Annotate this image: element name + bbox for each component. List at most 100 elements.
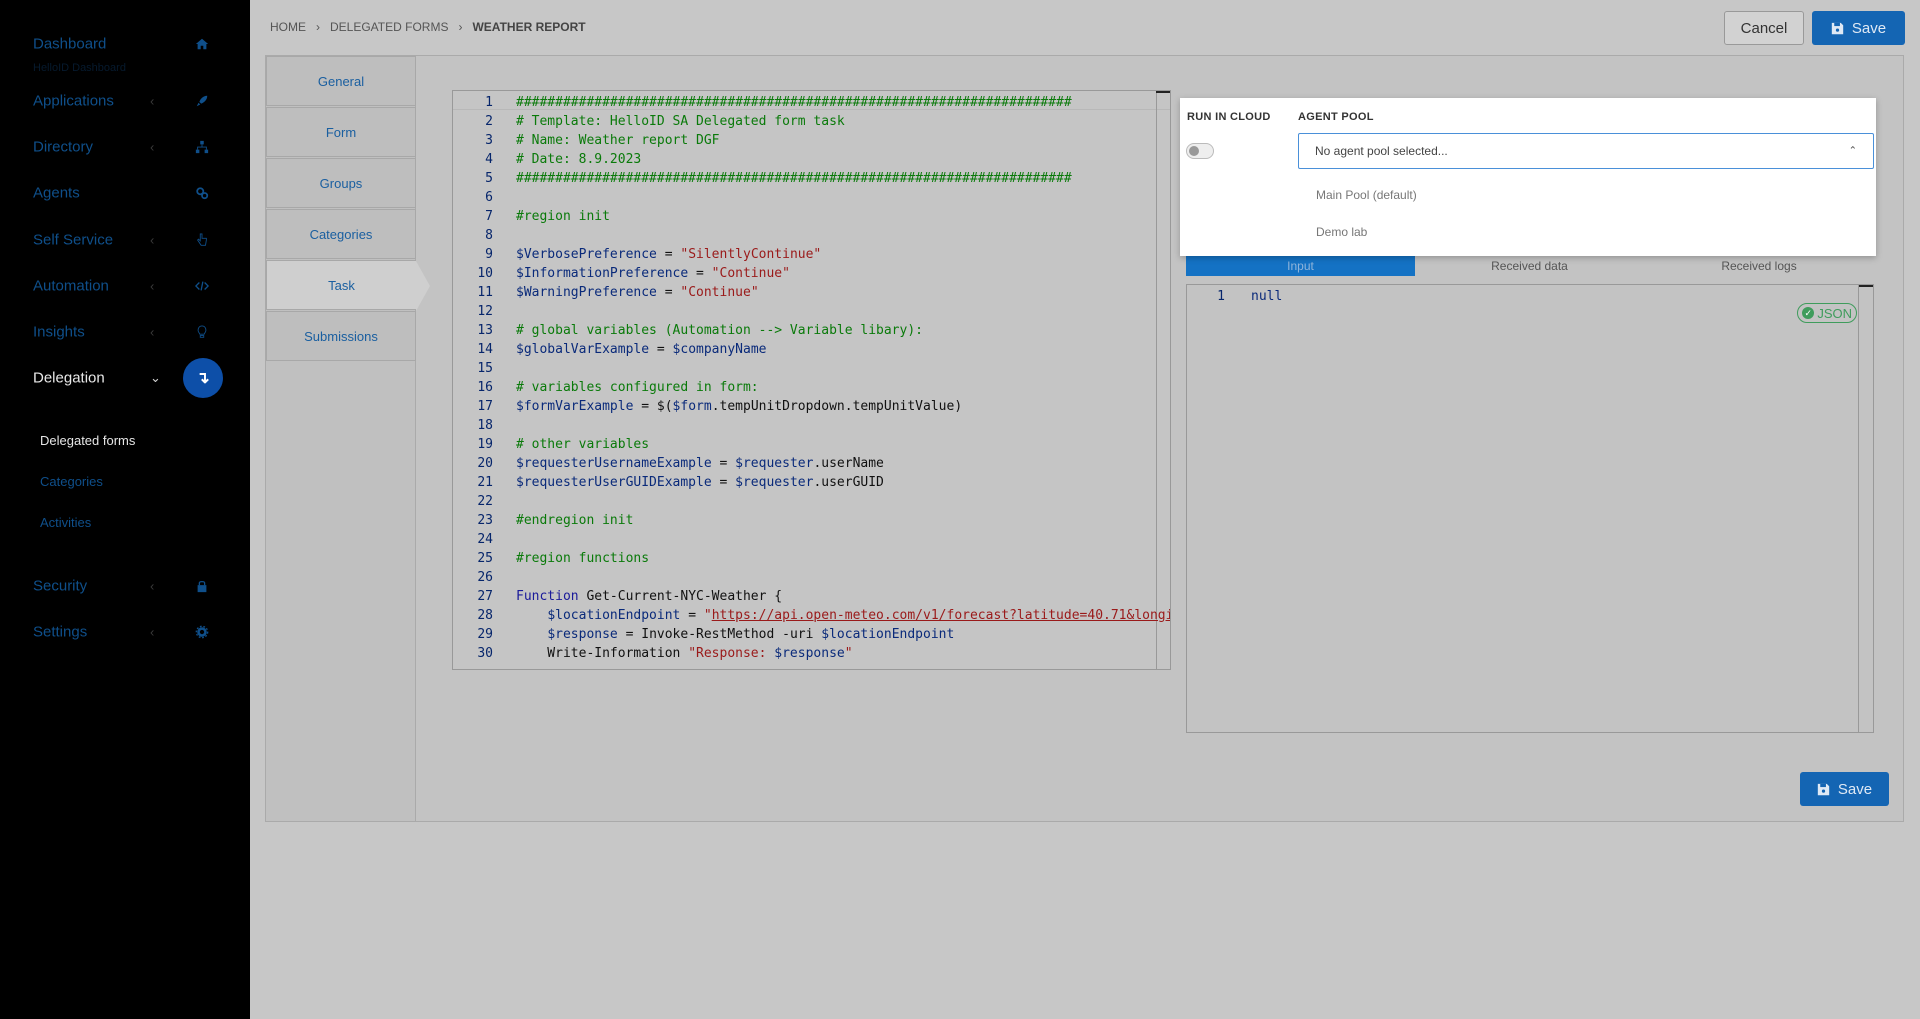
code-token: = — [711, 456, 736, 471]
line-number: 28 — [477, 608, 493, 623]
code-line: 6 — [453, 188, 493, 207]
sidebar-item-label: Settings — [33, 623, 88, 641]
line-number: 13 — [477, 323, 493, 338]
code-token: $requester — [735, 456, 814, 471]
sidebar-item-label: Insights — [33, 323, 85, 341]
chevron-right-icon: › — [458, 20, 463, 34]
code-line: 4 # Date: 8.9.2023 — [453, 150, 641, 169]
sidebar-subitem-activities[interactable]: Activities — [40, 515, 91, 530]
tab-categories[interactable]: Categories — [266, 209, 416, 259]
line-number: 22 — [477, 494, 493, 509]
sidebar-item-delegation[interactable]: Delegation ⌄ ↴ — [0, 358, 250, 398]
line-number: 2 — [485, 114, 493, 129]
line-number: 27 — [477, 589, 493, 604]
tab-form[interactable]: Form — [266, 107, 416, 157]
code-text: # Date: 8.9.2023 — [516, 152, 641, 167]
code-text: # Name: Weather report DGF — [516, 133, 720, 148]
run-in-cloud-toggle[interactable] — [1186, 143, 1214, 159]
tab-general[interactable]: General — [266, 56, 416, 106]
chevron-right-icon: › — [316, 20, 320, 34]
breadcrumb-home[interactable]: HOME — [270, 20, 306, 34]
save-button-bottom[interactable]: Save — [1800, 772, 1889, 806]
line-number: 26 — [477, 570, 493, 585]
sidebar-item-agents[interactable]: Agents — [0, 173, 250, 213]
code-line: 15 — [453, 359, 493, 378]
test-tabs: Input Received data Received logs — [1186, 254, 1874, 276]
breadcrumb-delegated-forms[interactable]: DELEGATED FORMS — [330, 20, 448, 34]
agent-pool-label: AGENT POOL — [1298, 111, 1374, 123]
code-token: = — [649, 342, 673, 357]
code-line: 9 $VerbosePreference = "SilentlyContinue" — [453, 245, 821, 264]
sidebar-item-insights[interactable]: Insights ‹ — [0, 312, 250, 352]
sitemap-icon — [192, 137, 212, 157]
code-token: #region init — [516, 209, 610, 224]
sidebar-subitem-categories[interactable]: Categories — [40, 474, 103, 489]
line-number: 14 — [477, 342, 493, 357]
agent-pool-option-main[interactable]: Main Pool (default) — [1316, 188, 1417, 202]
code-token: $response — [774, 646, 845, 661]
code-token: https://api.open-meteo.com/v1/forecast?l… — [711, 608, 1171, 623]
code-token: $response — [547, 627, 618, 642]
code-token: .userName — [813, 456, 884, 471]
save-button-label: Save — [1837, 780, 1873, 798]
code-text: Write-Information "Response: $response" — [516, 646, 852, 661]
tab-task[interactable]: Task — [266, 260, 430, 311]
tab-received-logs[interactable]: Received logs — [1644, 254, 1874, 276]
sidebar-item-automation[interactable]: Automation ‹ — [0, 266, 250, 306]
line-number: 11 — [477, 285, 493, 300]
sidebar-item-directory[interactable]: Directory ‹ — [0, 127, 250, 167]
line-number: 18 — [477, 418, 493, 433]
code-text: $InformationPreference = "Continue" — [516, 266, 790, 281]
tab-groups[interactable]: Groups — [266, 158, 416, 208]
chevron-left-icon: ‹ — [150, 139, 155, 155]
code-token: $requester — [735, 475, 814, 490]
code-token: = — [711, 475, 736, 490]
tab-input[interactable]: Input — [1186, 254, 1415, 276]
json-valid-badge: ✓ JSON — [1797, 303, 1857, 323]
agent-pool-select[interactable]: No agent pool selected... ⌃ — [1298, 133, 1874, 169]
code-text: ########################################… — [516, 95, 1072, 110]
line-number: 3 — [485, 133, 493, 148]
sidebar-item-applications[interactable]: Applications ‹ — [0, 81, 250, 121]
code-token: Write-Information — [516, 646, 689, 661]
line-number: 16 — [477, 380, 493, 395]
sidebar-item-settings[interactable]: Settings ‹ — [0, 612, 250, 652]
cancel-button[interactable]: Cancel — [1724, 11, 1804, 45]
code-text: $WarningPreference = "Continue" — [516, 285, 759, 300]
vertical-tabs: General Form Groups Categories Task Subm… — [266, 56, 430, 821]
line-number: 8 — [485, 228, 493, 243]
json-input-editor[interactable]: 1 null ✓ JSON — [1186, 284, 1874, 733]
code-token: $globalVarExample — [516, 342, 650, 357]
code-token: $formVarExample — [516, 399, 634, 414]
code-line: 16 # variables configured in form: — [453, 378, 758, 397]
editor-margin-line — [1156, 91, 1157, 669]
save-button[interactable]: Save — [1812, 11, 1905, 45]
code-token: " — [703, 608, 712, 623]
code-token: "SilentlyContinue" — [680, 247, 822, 262]
code-token: Get-Current-NYC-Weather { — [578, 589, 783, 604]
code-token: "Continue" — [711, 266, 790, 281]
tab-submissions[interactable]: Submissions — [266, 311, 416, 361]
sidebar-item-self-service[interactable]: Self Service ‹ — [0, 220, 250, 260]
code-text: Function Get-Current-NYC-Weather { — [516, 589, 782, 604]
code-text: $response = Invoke-RestMethod -uri $loca… — [516, 627, 954, 642]
script-editor[interactable]: 1 #######################################… — [452, 90, 1171, 670]
code-text: $VerbosePreference = "SilentlyContinue" — [516, 247, 821, 262]
line-number: 12 — [477, 304, 493, 319]
dashboard-subtitle: HelloID Dashboard — [33, 62, 126, 74]
line-number: 21 — [477, 475, 493, 490]
code-token: = — [656, 247, 681, 262]
editor-scrollbar[interactable] — [1859, 285, 1873, 287]
chevron-left-icon: ‹ — [150, 93, 155, 109]
sidebar-item-label: Security — [33, 577, 88, 595]
sidebar-item-dashboard[interactable]: Dashboard — [0, 24, 250, 64]
editor-scrollbar[interactable] — [1156, 91, 1170, 93]
sidebar-item-security[interactable]: Security ‹ — [0, 566, 250, 606]
sidebar-subitem-delegated-forms[interactable]: Delegated forms — [40, 433, 135, 448]
tab-received-data[interactable]: Received data — [1415, 254, 1644, 276]
floppy-disk-icon — [1817, 783, 1830, 795]
agent-pool-option-demo[interactable]: Demo lab — [1316, 225, 1367, 239]
code-token: # global variables (Automation --> Varia… — [516, 323, 923, 338]
editor-margin-line — [1858, 285, 1859, 732]
